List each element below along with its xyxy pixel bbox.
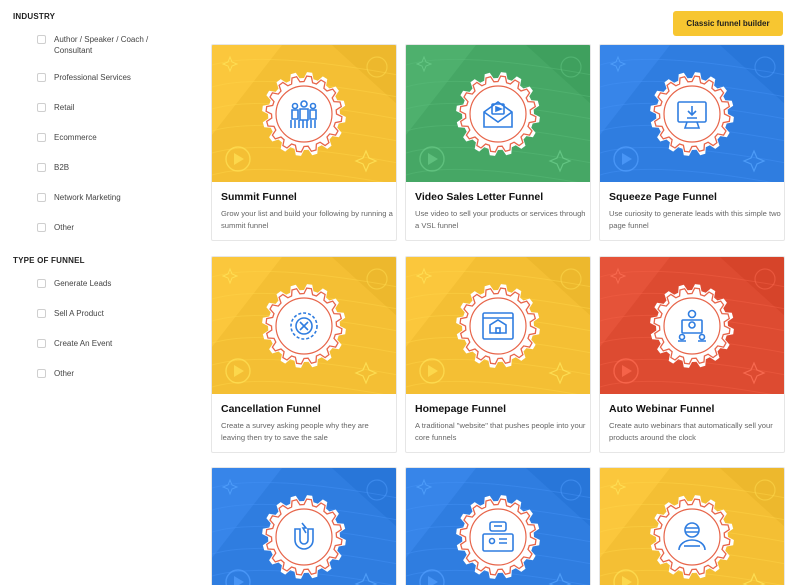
- filter-industry-ecommerce[interactable]: Ecommerce: [37, 132, 174, 143]
- filter-label: Other: [54, 369, 75, 378]
- checkbox[interactable]: [37, 163, 46, 172]
- filter-industry-author[interactable]: Author / Speaker / Coach / Consultant: [37, 34, 174, 56]
- filter-label: Author / Speaker / Coach / Consultant: [54, 35, 149, 55]
- funnel-card-auto-webinar[interactable]: Auto Webinar Funnel Create auto webinars…: [599, 256, 785, 453]
- checkbox[interactable]: [37, 193, 46, 202]
- filter-label: Create An Event: [54, 339, 113, 348]
- person-pattern-icon: [650, 494, 734, 579]
- card-title: Cancellation Funnel: [221, 403, 321, 415]
- video-envelope-icon: [456, 71, 540, 156]
- funnel-card-squeeze-page[interactable]: Squeeze Page Funnel Use curiosity to gen…: [599, 44, 785, 241]
- funnel-card-magnet[interactable]: [211, 467, 397, 585]
- card-description: A traditional "website" that pushes peop…: [415, 421, 586, 442]
- classic-funnel-builder-button[interactable]: Classic funnel builder: [673, 11, 783, 36]
- filter-industry-other[interactable]: Other: [37, 222, 174, 233]
- funnel-card-video-sales-letter[interactable]: Video Sales Letter Funnel Use video to s…: [405, 44, 591, 241]
- filter-label: Sell A Product: [54, 309, 104, 318]
- filter-industry-network-marketing[interactable]: Network Marketing: [37, 192, 174, 203]
- checkbox[interactable]: [37, 133, 46, 142]
- card-thumbnail: [406, 468, 590, 585]
- funnel-card-homepage[interactable]: Homepage Funnel A traditional "website" …: [405, 256, 591, 453]
- filter-type-sell-a-product[interactable]: Sell A Product: [37, 308, 174, 319]
- card-description: Use curiosity to generate leads with thi…: [609, 209, 781, 230]
- card-description: Create a survey asking people why they a…: [221, 421, 369, 442]
- checkbox[interactable]: [37, 73, 46, 82]
- filter-label: Professional Services: [54, 73, 131, 82]
- chat-monitor-icon: [456, 494, 540, 579]
- card-description: Create auto webinars that automatically …: [609, 421, 773, 442]
- webinar-presenter-icon: [650, 283, 734, 368]
- filter-label: Other: [54, 223, 75, 232]
- magnet-icon: [262, 494, 346, 579]
- checkbox[interactable]: [37, 279, 46, 288]
- card-title: Homepage Funnel: [415, 403, 507, 415]
- funnel-card-person[interactable]: [599, 467, 785, 585]
- filter-label: Network Marketing: [54, 193, 121, 202]
- card-thumbnail: [600, 45, 784, 182]
- monitor-download-icon: [650, 71, 734, 156]
- house-window-icon: [456, 283, 540, 368]
- card-thumbnail: [212, 468, 396, 585]
- industry-heading: INDUSTRY: [13, 12, 56, 21]
- cancel-icon: [262, 283, 346, 368]
- card-description: Use video to sell your products or servi…: [415, 209, 586, 230]
- filter-label: Generate Leads: [54, 279, 112, 288]
- type-of-funnel-heading: TYPE OF FUNNEL: [13, 256, 85, 265]
- card-title: Summit Funnel: [221, 191, 297, 203]
- filter-label: Ecommerce: [54, 133, 97, 142]
- filter-type-create-an-event[interactable]: Create An Event: [37, 338, 174, 349]
- card-description: Grow your list and build your following …: [221, 209, 393, 230]
- card-title: Auto Webinar Funnel: [609, 403, 715, 415]
- filter-type-generate-leads[interactable]: Generate Leads: [37, 278, 174, 289]
- card-thumbnail: [212, 45, 396, 182]
- people-icon: [262, 71, 346, 156]
- filter-industry-professional-services[interactable]: Professional Services: [37, 72, 174, 83]
- checkbox[interactable]: [37, 223, 46, 232]
- checkbox[interactable]: [37, 339, 46, 348]
- card-thumbnail: [406, 257, 590, 394]
- checkbox[interactable]: [37, 35, 46, 44]
- filter-label: Retail: [54, 103, 75, 112]
- filter-industry-retail[interactable]: Retail: [37, 102, 174, 113]
- funnel-card-chat[interactable]: [405, 467, 591, 585]
- card-thumbnail: [406, 45, 590, 182]
- checkbox[interactable]: [37, 309, 46, 318]
- filter-industry-b2b[interactable]: B2B: [37, 162, 174, 173]
- funnel-card-summit[interactable]: Summit Funnel Grow your list and build y…: [211, 44, 397, 241]
- filter-sidebar: INDUSTRY Author / Speaker / Coach / Cons…: [0, 0, 200, 585]
- filter-label: B2B: [54, 163, 70, 172]
- funnel-card-cancellation[interactable]: Cancellation Funnel Create a survey aski…: [211, 256, 397, 453]
- card-title: Video Sales Letter Funnel: [415, 191, 544, 203]
- checkbox[interactable]: [37, 369, 46, 378]
- card-thumbnail: [600, 257, 784, 394]
- checkbox[interactable]: [37, 103, 46, 112]
- card-thumbnail: [212, 257, 396, 394]
- filter-type-other[interactable]: Other: [37, 368, 174, 379]
- card-title: Squeeze Page Funnel: [609, 191, 717, 203]
- card-thumbnail: [600, 468, 784, 585]
